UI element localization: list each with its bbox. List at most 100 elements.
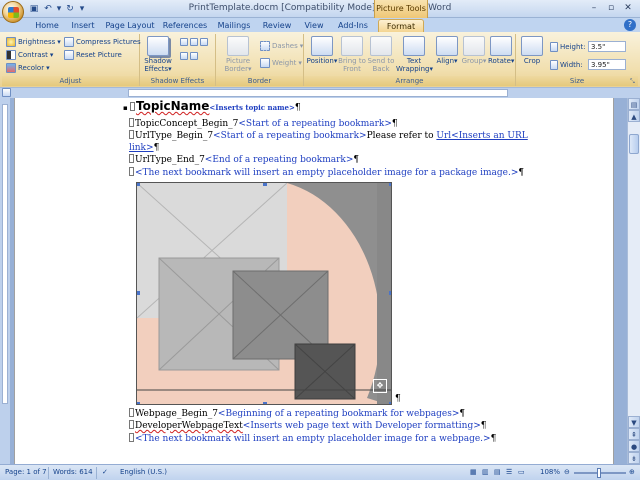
align-button[interactable]: Align▾ (434, 36, 460, 65)
border-group-label: Border (216, 76, 303, 86)
zoom-out-icon[interactable]: ⊖ (564, 468, 570, 476)
tab-home[interactable]: Home (32, 19, 62, 32)
ribbon: Brightness ▾ Contrast ▾ Recolor ▾ Compress … (0, 32, 640, 88)
document-page[interactable]: ▪ TopicName<Inserts topic name>¶ TopicCo… (14, 98, 614, 464)
resize-handle-top-left[interactable] (137, 183, 140, 186)
resize-handle-bottom-right[interactable] (389, 402, 391, 404)
shadow-toggle-icon[interactable] (200, 38, 208, 46)
reset-picture-icon (64, 50, 74, 60)
width-label: Width: (550, 60, 583, 70)
webpage-image-note-line[interactable]: <The next bookmark will insert an empty … (129, 433, 496, 445)
tab-selector-icon[interactable] (2, 88, 11, 97)
ruler-toggle-icon[interactable]: ▤ (628, 98, 640, 110)
webpage-begin-line[interactable]: Webpage_Begin_7<Beginning of a repeating… (129, 408, 465, 420)
url-link[interactable]: Url<Inserts an URL (436, 131, 527, 141)
position-button[interactable]: Position▾ (306, 36, 338, 65)
resize-handle-right[interactable] (389, 291, 391, 295)
resize-handle-left[interactable] (137, 291, 140, 295)
vertical-ruler[interactable] (0, 98, 10, 464)
rotate-icon (490, 36, 512, 56)
compress-pictures-button[interactable]: Compress Pictures (64, 37, 141, 47)
recolor-button[interactable]: Recolor ▾ (6, 63, 50, 73)
print-layout-view-icon[interactable]: ▦ (470, 468, 477, 476)
proofing-icon[interactable]: ✓ (102, 468, 108, 476)
topic-name-line[interactable]: ▪ TopicName<Inserts topic name>¶ (123, 100, 301, 113)
width-input[interactable]: 3.95" (588, 59, 626, 70)
scroll-down-icon[interactable]: ▼ (628, 416, 640, 428)
title-bar: ▣ ↶ ▾ ↻ ▾ PrintTemplate.docm [Compatibil… (0, 0, 640, 23)
tab-page-layout[interactable]: Page Layout (104, 19, 156, 32)
office-button[interactable] (2, 1, 24, 23)
developer-webpage-text-line[interactable]: DeveloperWebpageText<Inserts web page te… (129, 420, 487, 432)
horizontal-ruler[interactable] (128, 89, 508, 97)
nudge-shadow-up-icon[interactable] (180, 38, 188, 46)
resize-handle-top[interactable] (263, 183, 267, 186)
dashes-icon (260, 41, 270, 51)
resize-handle-bottom-left[interactable] (137, 402, 140, 404)
next-page-icon[interactable]: ⇟ (628, 452, 640, 464)
restore-icon[interactable]: ▫ (605, 2, 617, 14)
send-to-back-button[interactable]: Send to Back (367, 36, 395, 73)
tab-view[interactable]: View (300, 19, 328, 32)
nudge-shadow-right-icon[interactable] (180, 52, 188, 60)
web-layout-icon[interactable]: ▤ (494, 468, 501, 476)
nudge-shadow-left-icon[interactable] (190, 38, 198, 46)
full-screen-reading-icon[interactable]: ▥ (482, 468, 489, 476)
dashes-button[interactable]: Dashes ▾ (260, 41, 303, 51)
url-type-end-line[interactable]: UrlType_End_7<End of a repeating bookmar… (129, 154, 359, 166)
placeholder-picture[interactable]: ✥ (136, 182, 392, 405)
send-to-back-icon (370, 36, 392, 56)
weight-icon (260, 58, 270, 68)
tab-insert[interactable]: Insert (68, 19, 98, 32)
height-input[interactable]: 3.5" (588, 41, 626, 52)
move-handle-icon[interactable]: ✥ (373, 379, 387, 393)
document-area: ▪ TopicName<Inserts topic name>¶ TopicCo… (0, 98, 627, 464)
reset-picture-button[interactable]: Reset Picture (64, 50, 122, 60)
minimize-icon[interactable]: – (588, 2, 600, 14)
brightness-button[interactable]: Brightness ▾ (6, 37, 61, 47)
picture-border-button[interactable]: Picture Border▾ (220, 36, 256, 73)
page-count[interactable]: Page: 1 of 7 (5, 468, 47, 476)
recolor-icon (6, 63, 16, 73)
tab-review[interactable]: Review (260, 19, 294, 32)
shadow-effects-button[interactable]: Shadow Effects▾ (142, 36, 174, 73)
close-icon[interactable]: ✕ (622, 2, 634, 14)
tab-mailings[interactable]: Mailings (214, 19, 254, 32)
weight-button[interactable]: Weight ▾ (260, 58, 302, 68)
url-link-wrap-line[interactable]: link>¶ (129, 142, 159, 154)
size-dialog-launcher-icon[interactable]: ⤡ (630, 78, 637, 85)
tab-references[interactable]: References (162, 19, 208, 32)
resize-handle-bottom[interactable] (263, 402, 267, 404)
zoom-slider-thumb[interactable] (597, 468, 601, 478)
draft-view-icon[interactable]: ▭ (518, 468, 525, 476)
nudge-shadow-down-icon[interactable] (190, 52, 198, 60)
crop-button[interactable]: Crop (518, 36, 546, 65)
language-indicator[interactable]: English (U.S.) (120, 468, 167, 476)
shadow-effects-group: Shadow Effects▾ Shadow Effects (140, 34, 216, 86)
zoom-in-icon[interactable]: ⊕ (629, 468, 635, 476)
scroll-up-icon[interactable]: ▲ (628, 110, 640, 122)
help-icon[interactable]: ? (624, 19, 636, 31)
group-button[interactable]: Group▾ (461, 36, 487, 65)
tab-format[interactable]: Format (378, 19, 424, 32)
size-group: Crop Height: 3.5" Width: 3.95" Size ⤡ (516, 34, 638, 86)
resize-handle-top-right[interactable] (389, 183, 391, 186)
package-image-note-line[interactable]: <The next bookmark will insert an empty … (129, 167, 524, 179)
zoom-level[interactable]: 108% (540, 468, 560, 476)
scroll-thumb[interactable] (629, 134, 639, 154)
rotate-button[interactable]: Rotate▾ (488, 36, 514, 65)
previous-page-icon[interactable]: ⇞ (628, 428, 640, 440)
topic-concept-line[interactable]: TopicConcept_Begin_7<Start of a repeatin… (129, 118, 398, 130)
text-wrapping-button[interactable]: Text Wrapping▾ (396, 36, 433, 73)
outline-view-icon[interactable]: ☰ (506, 468, 512, 476)
select-browse-object-icon[interactable]: ● (628, 440, 640, 452)
bring-to-front-button[interactable]: Bring to Front (338, 36, 366, 73)
crop-icon (521, 36, 543, 56)
word-count[interactable]: Words: 614 (53, 468, 93, 476)
contrast-button[interactable]: Contrast ▾ (6, 50, 53, 60)
text-wrapping-icon (403, 36, 425, 56)
url-type-begin-line[interactable]: UrlType_Begin_7<Start of a repeating boo… (129, 130, 528, 142)
vertical-scrollbar[interactable]: ▤ ▲ ▼ ⇞ ● ⇟ (627, 98, 640, 464)
adjust-group-label: Adjust (2, 76, 139, 86)
tab-add-ins[interactable]: Add-Ins (334, 19, 372, 32)
